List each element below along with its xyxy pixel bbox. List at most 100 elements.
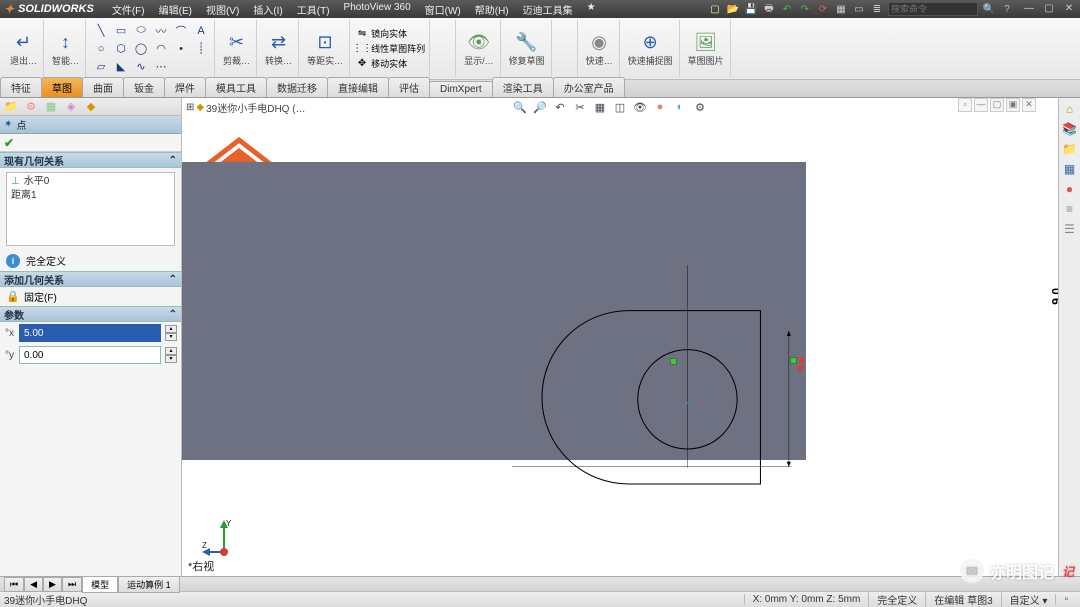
tab-sketch[interactable]: 草图 bbox=[41, 77, 83, 97]
save-icon[interactable]: 💾 bbox=[744, 2, 758, 16]
point-tool-icon[interactable]: • bbox=[172, 41, 190, 57]
quick-button[interactable]: ◉ 快速… bbox=[580, 20, 620, 77]
plane-tool-icon[interactable]: ▱ bbox=[92, 59, 110, 75]
circle-tool-icon[interactable]: ○ bbox=[92, 41, 110, 57]
tab-surface[interactable]: 曲面 bbox=[82, 77, 124, 97]
hide-show-icon[interactable]: 👁 bbox=[632, 99, 648, 115]
section-existing-relations[interactable]: 现有几何关系 ⌃ bbox=[0, 152, 181, 168]
mirror-button[interactable]: ⇋镜向实体 bbox=[356, 27, 425, 40]
spline-tool-icon[interactable]: 〰 bbox=[152, 23, 170, 39]
status-unit-icon[interactable]: ▫ bbox=[1055, 594, 1076, 605]
prev-view-icon[interactable]: ↶ bbox=[552, 99, 568, 115]
param-x-spinner[interactable]: ▴▾ bbox=[165, 325, 177, 341]
document-tab[interactable]: ⊞ ◆ 39迷你小手电DHQ (… bbox=[186, 100, 306, 115]
close-icon[interactable]: ✕ bbox=[1062, 3, 1076, 15]
spin-down-icon[interactable]: ▾ bbox=[165, 355, 177, 363]
linear-pattern-button[interactable]: ⋮⋮线性草图阵列 bbox=[356, 42, 425, 55]
menu-window[interactable]: 窗口(W) bbox=[419, 2, 467, 17]
zoom-fit-icon[interactable]: 🔍 bbox=[512, 99, 528, 115]
menu-file[interactable]: 文件(F) bbox=[106, 2, 151, 17]
print-icon[interactable]: 🖶 bbox=[762, 2, 776, 16]
doc-close-icon[interactable]: ✕ bbox=[1022, 98, 1036, 112]
menu-maidi[interactable]: 迈迪工具集 bbox=[517, 2, 579, 17]
section-add-relations[interactable]: 添加几何关系 ⌃ bbox=[0, 271, 181, 287]
ellipse-tool-icon[interactable]: ◯ bbox=[132, 41, 150, 57]
view-settings-icon[interactable]: ⚙ bbox=[692, 99, 708, 115]
file-explorer-icon[interactable]: 📁 bbox=[1061, 140, 1079, 158]
repair-button[interactable]: 🔧 修复草图 bbox=[503, 20, 552, 77]
more-icon[interactable]: ≣ bbox=[870, 2, 884, 16]
forum-icon[interactable]: ☰ bbox=[1061, 220, 1079, 238]
screen-icon[interactable]: ▭ bbox=[852, 2, 866, 16]
tab-mold[interactable]: 模具工具 bbox=[205, 77, 267, 97]
tab-office[interactable]: 办公室产品 bbox=[553, 77, 625, 97]
tab-last-icon[interactable]: ⏭ bbox=[62, 577, 82, 592]
menu-insert[interactable]: 插入(I) bbox=[247, 2, 288, 17]
chamfer-tool-icon[interactable]: ◣ bbox=[112, 59, 130, 75]
tab-first-icon[interactable]: ⏮ bbox=[4, 577, 24, 592]
menu-tools[interactable]: 工具(T) bbox=[291, 2, 336, 17]
polygon-tool-icon[interactable]: ⬡ bbox=[112, 41, 130, 57]
doc-restore-icon[interactable]: ▫ bbox=[958, 98, 972, 112]
tab-weldment[interactable]: 焊件 bbox=[164, 77, 206, 97]
snap-button[interactable]: ⊕ 快速捕捉图 bbox=[622, 20, 680, 77]
doc-close1-icon[interactable]: ▣ bbox=[1006, 98, 1020, 112]
trim-button[interactable]: ✂ 剪裁… bbox=[217, 20, 257, 77]
tab-sheetmetal[interactable]: 钣金 bbox=[123, 77, 165, 97]
tab-motion1[interactable]: 运动算例 1 bbox=[118, 576, 180, 593]
tab-model[interactable]: 模型 bbox=[82, 576, 118, 593]
tab-prev-icon[interactable]: ◀ bbox=[24, 577, 43, 592]
fix-relation-button[interactable]: 🔒 固定(F) bbox=[0, 287, 181, 306]
tab-directedit[interactable]: 直接编辑 bbox=[327, 77, 389, 97]
resources-icon[interactable]: ⌂ bbox=[1061, 100, 1079, 118]
ok-button-icon[interactable]: ✔ bbox=[4, 136, 14, 150]
tab-evaluate[interactable]: 评估 bbox=[388, 77, 430, 97]
misc-tool-icon[interactable]: ⋯ bbox=[152, 59, 170, 75]
feature-tree-icon[interactable]: 📁 bbox=[2, 99, 20, 115]
tab-dimxpert[interactable]: DimXpert bbox=[429, 81, 493, 97]
rebuild-icon[interactable]: ⟳ bbox=[816, 2, 830, 16]
custom-props-icon[interactable]: ≡ bbox=[1061, 200, 1079, 218]
undo-icon[interactable]: ↶ bbox=[780, 2, 794, 16]
menu-edit[interactable]: 编辑(E) bbox=[153, 2, 198, 17]
fillet-tool-icon[interactable]: ◠ bbox=[152, 41, 170, 57]
display-button[interactable]: 👁 显示/… bbox=[458, 20, 501, 77]
appearances-icon[interactable]: ● bbox=[1061, 180, 1079, 198]
relations-list[interactable]: ⊥水平0 距离1 bbox=[6, 172, 175, 246]
help-icon[interactable]: ? bbox=[1000, 2, 1014, 16]
slot-tool-icon[interactable]: ⬭ bbox=[132, 23, 150, 39]
status-custom[interactable]: 自定义 ▾ bbox=[1001, 592, 1056, 607]
scene-icon[interactable]: ◐ bbox=[672, 99, 688, 115]
tab-datamigration[interactable]: 数据迁移 bbox=[266, 77, 328, 97]
search-input[interactable] bbox=[888, 2, 978, 16]
param-y-input[interactable] bbox=[19, 346, 161, 364]
minimize-icon[interactable]: — bbox=[1022, 3, 1036, 15]
new-icon[interactable]: ▢ bbox=[708, 2, 722, 16]
spin-down-icon[interactable]: ▾ bbox=[165, 333, 177, 341]
offset-button[interactable]: ⊡ 等距实… bbox=[301, 20, 350, 77]
search-icon[interactable]: 🔍 bbox=[982, 2, 996, 16]
property-manager-icon[interactable]: ⚙ bbox=[22, 99, 40, 115]
tab-features[interactable]: 特征 bbox=[0, 77, 42, 97]
view-triad[interactable]: Y Z bbox=[202, 518, 246, 562]
view-palette-icon[interactable]: ▦ bbox=[1061, 160, 1079, 178]
doc-max-icon[interactable]: ▢ bbox=[990, 98, 1004, 112]
tab-next-icon[interactable]: ▶ bbox=[43, 577, 62, 592]
exit-sketch-button[interactable]: ↵ 退出… bbox=[4, 20, 44, 77]
rect-tool-icon[interactable]: ▭ bbox=[112, 23, 130, 39]
display-style-icon[interactable]: ◫ bbox=[612, 99, 628, 115]
spin-up-icon[interactable]: ▴ bbox=[165, 347, 177, 355]
spin-up-icon[interactable]: ▴ bbox=[165, 325, 177, 333]
zoom-area-icon[interactable]: 🔎 bbox=[532, 99, 548, 115]
config-manager-icon[interactable]: ▦ bbox=[42, 99, 60, 115]
tab-render[interactable]: 渲染工具 bbox=[492, 77, 554, 97]
appearance-icon[interactable]: ● bbox=[652, 99, 668, 115]
doc-min-icon[interactable]: — bbox=[974, 98, 988, 112]
maximize-icon[interactable]: ▢ bbox=[1042, 3, 1056, 15]
picture-button[interactable]: 🖼 草图图片 bbox=[682, 20, 731, 77]
param-y-spinner[interactable]: ▴▾ bbox=[165, 347, 177, 363]
menu-star[interactable]: ★ bbox=[581, 2, 602, 17]
convert-button[interactable]: ⇄ 转换… bbox=[259, 20, 299, 77]
section-view-icon[interactable]: ✂ bbox=[572, 99, 588, 115]
options-icon[interactable]: ▦ bbox=[834, 2, 848, 16]
